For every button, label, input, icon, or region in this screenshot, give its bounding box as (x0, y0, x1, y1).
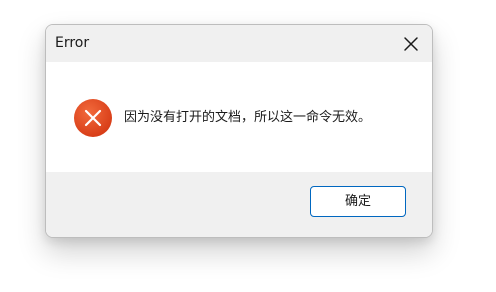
error-icon (73, 98, 113, 138)
dialog-content: 因为没有打开的文档，所以这一命令无效。 (46, 62, 432, 172)
error-message: 因为没有打开的文档，所以这一命令无效。 (124, 110, 372, 125)
dialog-footer: 确定 (46, 172, 432, 237)
close-button[interactable] (400, 33, 422, 55)
dialog-title: Error (55, 35, 90, 51)
desktop-background: Error 因为没有打开的文档，所以这一命令无效。 确定 (0, 0, 496, 292)
error-dialog: Error 因为没有打开的文档，所以这一命令无效。 确定 (45, 24, 433, 238)
dialog-titlebar: Error (46, 25, 432, 62)
ok-button[interactable]: 确定 (310, 186, 406, 217)
close-icon (404, 37, 418, 51)
